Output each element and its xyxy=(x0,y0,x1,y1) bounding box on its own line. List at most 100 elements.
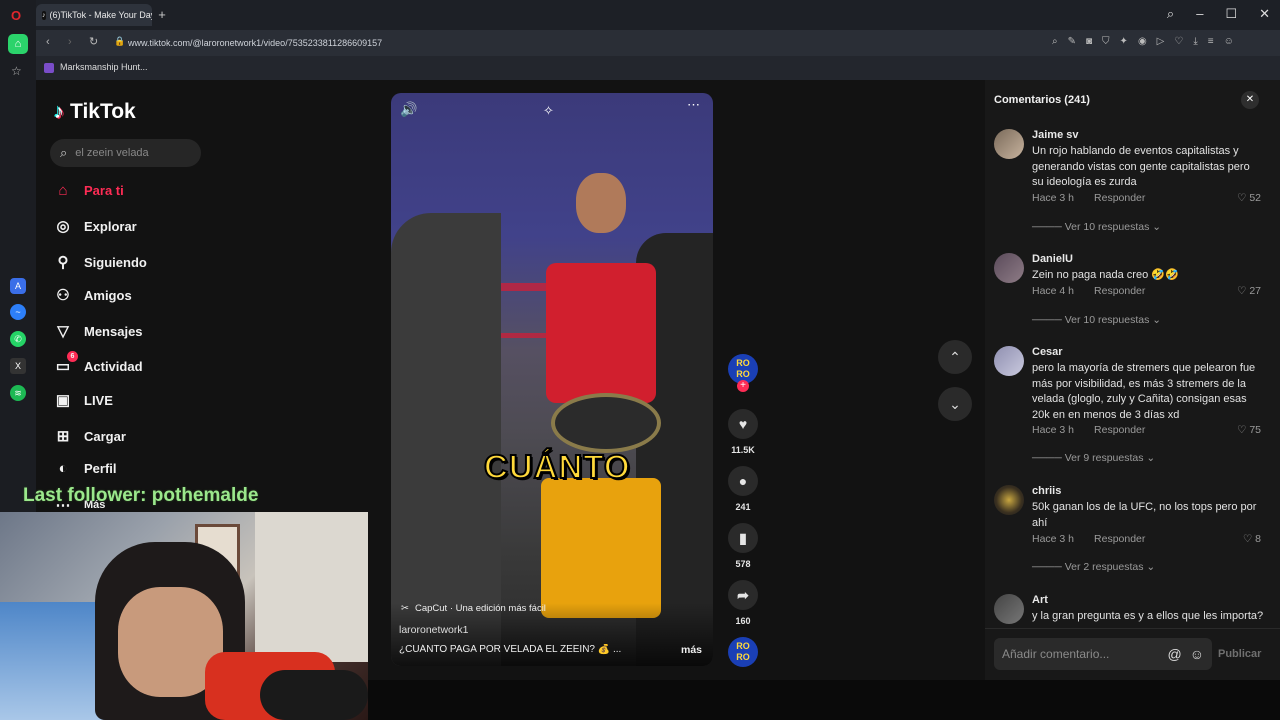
spotify-icon[interactable]: ≋ xyxy=(10,385,26,401)
comment-like[interactable]: ♡ 75 xyxy=(1237,424,1261,436)
comment-time: Hace 3 h xyxy=(1032,192,1075,204)
comment-icon[interactable]: ● xyxy=(728,466,758,496)
download-icon[interactable]: ⤓ xyxy=(1193,36,1197,47)
new-tab-button[interactable]: + xyxy=(155,8,169,22)
comment-action[interactable]: ● 241 xyxy=(728,466,758,512)
reply-button[interactable]: Responder xyxy=(1094,424,1145,436)
nav-mensajes[interactable]: ▽ Mensajes xyxy=(54,322,142,340)
chevron-down-icon: ⌄ xyxy=(1146,452,1156,464)
profile-icon[interactable]: ☺ xyxy=(1224,36,1234,47)
shield-icon[interactable]: ⛉ xyxy=(1102,36,1110,47)
comment-like[interactable]: ♡ 52 xyxy=(1237,192,1261,204)
webcam-overlay xyxy=(0,512,368,720)
sound-avatar[interactable]: RO RO xyxy=(728,637,758,667)
view-replies[interactable]: ──── Ver 10 respuestas ⌄ xyxy=(1032,221,1161,233)
play-icon[interactable]: ▷ xyxy=(1157,36,1165,47)
comment-item: Jaime sv Un rojo hablando de eventos cap… xyxy=(994,129,1269,239)
maximize-button[interactable]: ☐ xyxy=(1225,6,1237,22)
comment-like[interactable]: ♡ 27 xyxy=(1237,285,1261,297)
nav-amigos[interactable]: ⚇ Amigos xyxy=(54,286,131,304)
nav-cargar[interactable]: ⊞ Cargar xyxy=(54,427,126,445)
capcut-icon: ✂ xyxy=(401,603,409,614)
follow-plus-button[interactable]: + xyxy=(737,380,749,392)
avatar[interactable] xyxy=(994,485,1024,515)
bookmark-icon[interactable]: ▮ xyxy=(728,523,758,553)
menu-icon[interactable]: ≡ xyxy=(1208,36,1214,47)
avatar[interactable] xyxy=(994,594,1024,624)
chevron-up-icon[interactable]: ⌃ xyxy=(938,340,972,374)
live-icon: ▣ xyxy=(55,392,71,409)
comment-user[interactable]: Art xyxy=(1032,594,1048,606)
nav-live[interactable]: ▣ LIVE xyxy=(54,391,113,409)
video-author[interactable]: laroronetwork1 xyxy=(399,624,468,636)
mention-icon[interactable]: @ xyxy=(1167,646,1181,662)
nav-perfil[interactable]: ◐ Perfil xyxy=(54,459,116,477)
avatar[interactable] xyxy=(994,129,1024,159)
reload-icon[interactable]: ↻ xyxy=(89,35,98,48)
comment-item: DanielU Zein no paga nada creo 🤣🤣 Hace 4… xyxy=(994,253,1269,333)
whatsapp-icon[interactable]: ✆ xyxy=(10,331,26,347)
comment-user[interactable]: Cesar xyxy=(1032,346,1063,358)
avatar[interactable] xyxy=(994,346,1024,376)
upload-icon: ⊞ xyxy=(56,428,70,445)
nav-explorar[interactable]: ◎ Explorar xyxy=(54,217,136,235)
comment-like[interactable]: ♡ 8 xyxy=(1243,533,1261,545)
comment-input[interactable]: Añadir comentario... @ ☺ xyxy=(994,638,1212,670)
reply-button[interactable]: Responder xyxy=(1094,192,1145,204)
video-player[interactable]: 🔊 ✧ ⋯ ✂ CapCut · Una edición más fácil l… xyxy=(391,93,713,666)
comment-text: pero la mayoría de stremers que pelearon… xyxy=(1032,362,1256,421)
nav-siguiendo[interactable]: ⚲ Siguiendo xyxy=(54,253,147,271)
share-icon[interactable]: ➦ xyxy=(728,580,758,610)
save-action[interactable]: ▮ 578 xyxy=(728,523,758,569)
capcut-tag[interactable]: ✂ CapCut · Una edición más fácil xyxy=(401,603,546,614)
camera-icon[interactable]: ◙ xyxy=(1086,36,1092,47)
chevron-down-icon[interactable]: ⌄ xyxy=(938,387,972,421)
emoji-icon[interactable]: ☺ xyxy=(1190,646,1204,662)
nav-actividad[interactable]: ▭ 6 Actividad xyxy=(54,351,143,375)
comment-user[interactable]: chriis xyxy=(1032,485,1061,497)
star-icon[interactable]: ☆ xyxy=(11,64,22,78)
edit-icon[interactable]: ✎ xyxy=(1068,36,1076,47)
bookmark-item[interactable]: Marksmanship Hunt... xyxy=(60,62,148,72)
search-box[interactable]: ⌕ el zeein velada xyxy=(50,139,201,167)
heart-icon[interactable]: ♡ xyxy=(1174,36,1183,47)
url-text[interactable]: www.tiktok.com/@laroronetwork1/video/753… xyxy=(128,34,1028,52)
view-replies[interactable]: ──── Ver 10 respuestas ⌄ xyxy=(1032,314,1161,326)
forward-icon[interactable]: › xyxy=(68,36,72,48)
reply-button[interactable]: Responder xyxy=(1094,533,1145,545)
search-input[interactable]: el zeein velada xyxy=(75,147,148,159)
opera-logo-icon[interactable]: O xyxy=(11,8,21,23)
minimize-button[interactable]: – xyxy=(1196,6,1203,22)
comment-item: Art y la gran pregunta es y a ellos que … xyxy=(994,594,1269,628)
nav-para-ti[interactable]: ⌂ Para ti xyxy=(54,181,123,199)
view-replies[interactable]: ──── Ver 9 respuestas ⌄ xyxy=(1032,452,1155,464)
publish-button[interactable]: Publicar xyxy=(1218,648,1261,660)
volume-icon[interactable]: 🔊 xyxy=(400,101,417,118)
close-window-button[interactable]: ✕ xyxy=(1259,6,1270,22)
comment-text: y la gran pregunta es y a ellos que les … xyxy=(1032,610,1264,622)
back-icon[interactable]: ‹ xyxy=(46,36,50,48)
tab-tiktok[interactable]: ♪ (6)TikTok - Make Your Day xyxy=(36,4,152,26)
comment-user[interactable]: DanielU xyxy=(1032,253,1073,265)
close-icon[interactable]: ✕ xyxy=(1241,91,1259,109)
x-icon[interactable]: X xyxy=(10,358,26,374)
tiktok-logo[interactable]: ♪ TikTok xyxy=(54,100,136,124)
share-action[interactable]: ➦ 160 xyxy=(728,580,758,626)
search-tabs-icon[interactable]: ⌕ xyxy=(1167,6,1174,22)
heart-icon[interactable]: ♥ xyxy=(728,409,758,439)
reply-button[interactable]: Responder xyxy=(1094,285,1145,297)
bookmark-favicon-icon xyxy=(44,63,54,73)
more-link[interactable]: más xyxy=(681,644,702,656)
extension-icon[interactable]: ✦ xyxy=(1120,36,1128,47)
comment-user[interactable]: Jaime sv xyxy=(1032,129,1078,141)
adblock-icon[interactable]: ◉ xyxy=(1138,36,1147,47)
aria-icon[interactable]: A xyxy=(10,278,26,294)
like-action[interactable]: ♥ 11.5K xyxy=(728,409,758,455)
messenger-icon[interactable]: ~ xyxy=(10,304,26,320)
effects-icon[interactable]: ✧ xyxy=(543,103,554,119)
search-icon[interactable]: ⌕ xyxy=(1052,36,1058,47)
more-options-icon[interactable]: ⋯ xyxy=(687,97,700,113)
view-replies[interactable]: ──── Ver 2 respuestas ⌄ xyxy=(1032,561,1155,573)
avatar[interactable] xyxy=(994,253,1024,283)
home-icon[interactable]: ⌂ xyxy=(8,34,28,54)
